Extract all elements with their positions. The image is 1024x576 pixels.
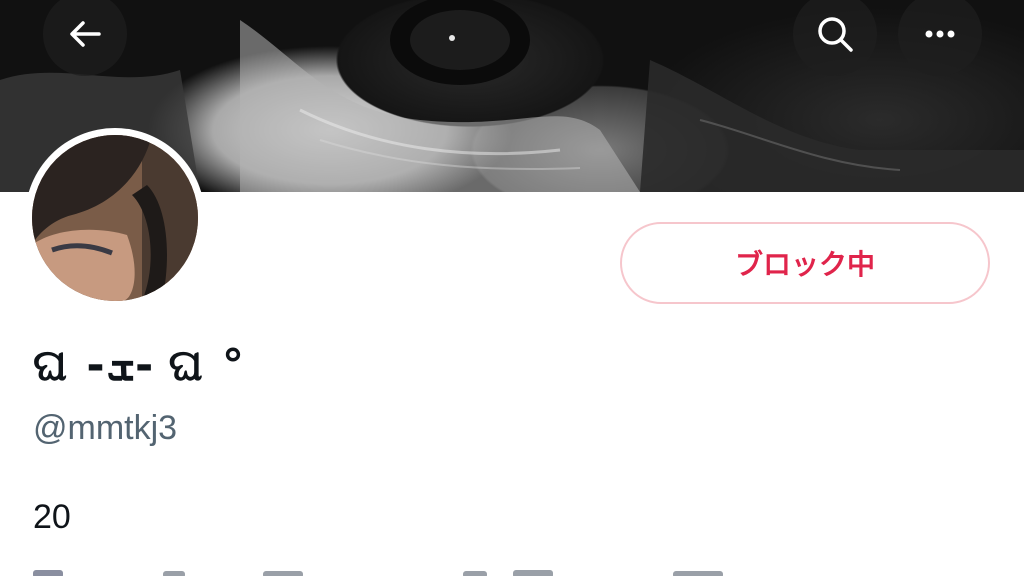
search-icon [813, 12, 857, 56]
avatar[interactable] [25, 128, 205, 308]
avatar-photo [32, 135, 198, 301]
cutoff-bio-line [33, 570, 723, 576]
bio-text: 20 [33, 498, 71, 536]
more-horizontal-icon [918, 12, 962, 56]
display-name: ଘ -ܫ- ଘ ° [33, 340, 247, 391]
profile-page: ブロック中 ଘ -ܫ- ଘ ° @mmtkj3 20 [0, 0, 1024, 576]
blocked-button-label: ブロック中 [734, 248, 875, 281]
user-handle: @mmtkj3 [33, 409, 178, 447]
arrow-left-icon [65, 14, 105, 54]
blocked-button[interactable]: ブロック中 [620, 222, 990, 304]
